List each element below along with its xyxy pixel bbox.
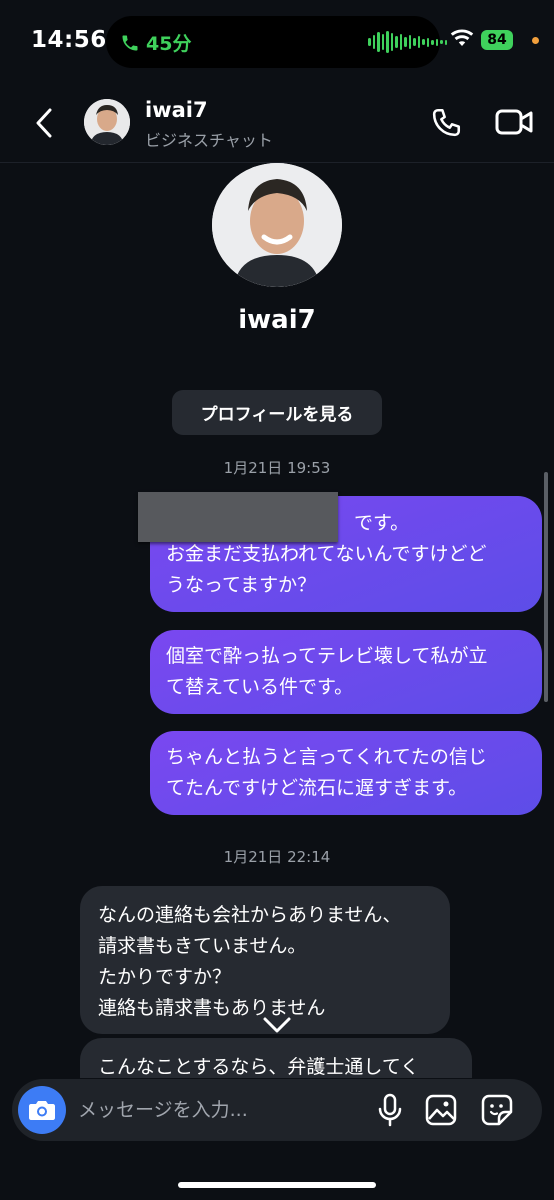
sticker-icon[interactable]: [480, 1093, 514, 1127]
message-line: てたんですけど流石に遅すぎます。: [166, 777, 468, 799]
message-composer: [12, 1079, 542, 1141]
view-profile-button[interactable]: プロフィールを見る: [172, 390, 382, 435]
camera-button[interactable]: [18, 1086, 66, 1134]
outgoing-message[interactable]: ちゃんと払うと言ってくれてたの信じ てたんですけど流石に遅すぎます。: [150, 731, 542, 815]
privacy-dot: [532, 37, 539, 44]
person-photo: [212, 163, 342, 287]
message-timestamp: 1月21日 19:53: [223, 459, 331, 477]
outgoing-message[interactable]: 個室で酔っ払ってテレビ壊して私が立 て替えている件です。: [150, 630, 542, 714]
home-indicator[interactable]: [178, 1182, 376, 1188]
message-input[interactable]: [78, 1095, 358, 1125]
chevron-down-icon[interactable]: [262, 1014, 292, 1036]
message-line: て替えている件です。: [166, 676, 354, 698]
scrollbar[interactable]: [544, 472, 548, 702]
redaction-box: [138, 492, 338, 542]
call-duration: 45分: [146, 33, 192, 55]
status-time: 14:56: [31, 27, 107, 53]
gallery-icon[interactable]: [424, 1093, 458, 1127]
message-line: ちゃんと払うと言ってくれてたの信じ: [166, 746, 487, 768]
message-line: 請求書もきていません。: [98, 935, 307, 957]
profile-name: iwai7: [238, 305, 316, 335]
microphone-icon[interactable]: [376, 1093, 404, 1127]
message-line: 個室で酔っ払ってテレビ壊して私が立: [166, 645, 488, 667]
message-timestamp: 1月21日 22:14: [223, 848, 331, 866]
video-camera-icon[interactable]: [494, 104, 534, 140]
back-chevron-icon[interactable]: [30, 106, 60, 140]
wifi-icon: [450, 29, 474, 46]
contact-subtitle: ビジネスチャット: [145, 131, 273, 150]
dynamic-island[interactable]: 45分: [106, 16, 447, 68]
profile-avatar[interactable]: [212, 163, 342, 287]
message-line: なんの連絡も会社からありません、: [98, 904, 402, 926]
person-photo: [84, 99, 130, 145]
phone-icon: [122, 35, 138, 50]
call-indicator: 45分: [120, 29, 191, 56]
contact-name[interactable]: iwai7: [145, 98, 208, 122]
battery-level: 84: [487, 32, 507, 48]
camera-icon: [29, 1101, 55, 1120]
battery-indicator: 84: [481, 30, 513, 50]
audio-waveform-icon: [368, 31, 447, 53]
incoming-message[interactable]: なんの連絡も会社からありません、 請求書もきていません。 たかりですか？ 連絡も…: [80, 886, 450, 1034]
message-line: たかりですか？: [98, 966, 232, 988]
avatar[interactable]: [84, 99, 130, 145]
message-line: うなってますか？: [166, 574, 317, 596]
phone-icon[interactable]: [428, 105, 464, 141]
message-line: お金まだ支払われてないんですけどど: [166, 543, 487, 565]
